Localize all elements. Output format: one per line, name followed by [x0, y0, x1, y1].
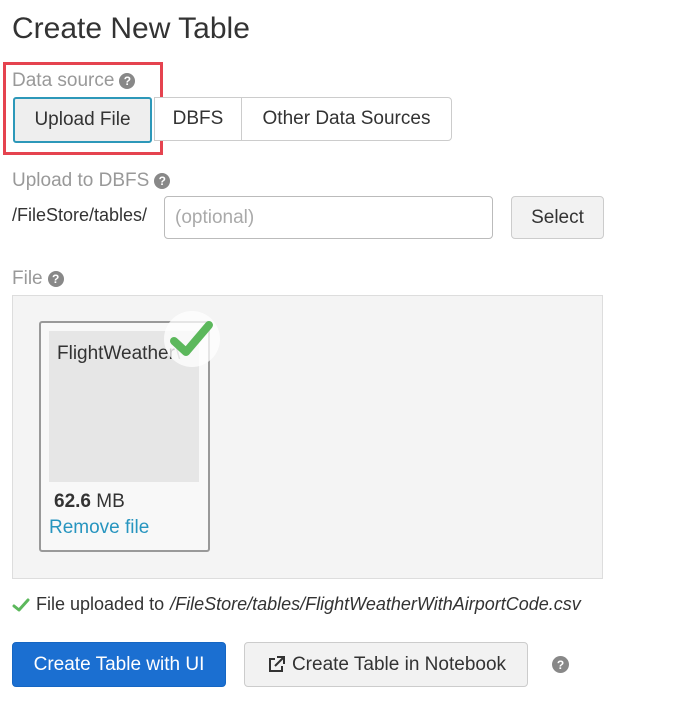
- help-icon[interactable]: ?: [47, 271, 64, 287]
- upload-success-badge: [164, 311, 220, 367]
- tab-other-data-sources-label: Other Data Sources: [262, 108, 431, 129]
- tab-upload-file-label: Upload File: [34, 109, 131, 130]
- tab-dbfs[interactable]: DBFS: [154, 97, 241, 141]
- file-size-value: 62.6: [54, 491, 91, 512]
- file-name: FlightWeather\: [57, 343, 180, 365]
- select-button-label: Select: [531, 206, 584, 228]
- help-icon[interactable]: ?: [552, 656, 569, 673]
- file-name-text: FlightWeather: [57, 343, 175, 364]
- tab-dbfs-label: DBFS: [172, 108, 224, 129]
- create-table-notebook-label: Create Table in Notebook: [291, 653, 507, 675]
- tab-upload-file[interactable]: Upload File: [13, 97, 152, 143]
- page-title: Create New Table: [12, 12, 250, 45]
- select-button[interactable]: Select: [511, 196, 604, 239]
- file-label-text: File: [12, 268, 43, 289]
- tab-other-data-sources[interactable]: Other Data Sources: [241, 97, 452, 141]
- upload-status-path: /FileStore/tables/FlightWeatherWithAirpo…: [170, 594, 581, 614]
- external-link-icon: [268, 655, 285, 672]
- create-table-ui-button[interactable]: Create Table with UI: [12, 642, 226, 687]
- upload-to-dbfs-label-text: Upload to DBFS: [12, 170, 150, 191]
- file-label: File ?: [12, 268, 64, 290]
- file-size: 62.6 MB: [54, 491, 125, 513]
- help-icon[interactable]: ?: [154, 173, 171, 189]
- upload-to-dbfs-label: Upload to DBFS ?: [12, 170, 171, 192]
- create-table-ui-label: Create Table with UI: [33, 653, 205, 675]
- checkmark-icon: [170, 321, 213, 356]
- file-size-unit: MB: [96, 491, 125, 512]
- dbfs-path-input[interactable]: [164, 196, 493, 239]
- upload-status-prefix: File uploaded to: [36, 594, 165, 614]
- dbfs-path-prefix: /FileStore/tables/: [12, 205, 148, 225]
- remove-file-link[interactable]: Remove file: [49, 517, 149, 539]
- create-table-notebook-button[interactable]: Create Table in Notebook: [244, 642, 528, 687]
- check-icon: [12, 598, 30, 611]
- upload-status: File uploaded to /FileStore/tables/Fligh…: [12, 594, 581, 615]
